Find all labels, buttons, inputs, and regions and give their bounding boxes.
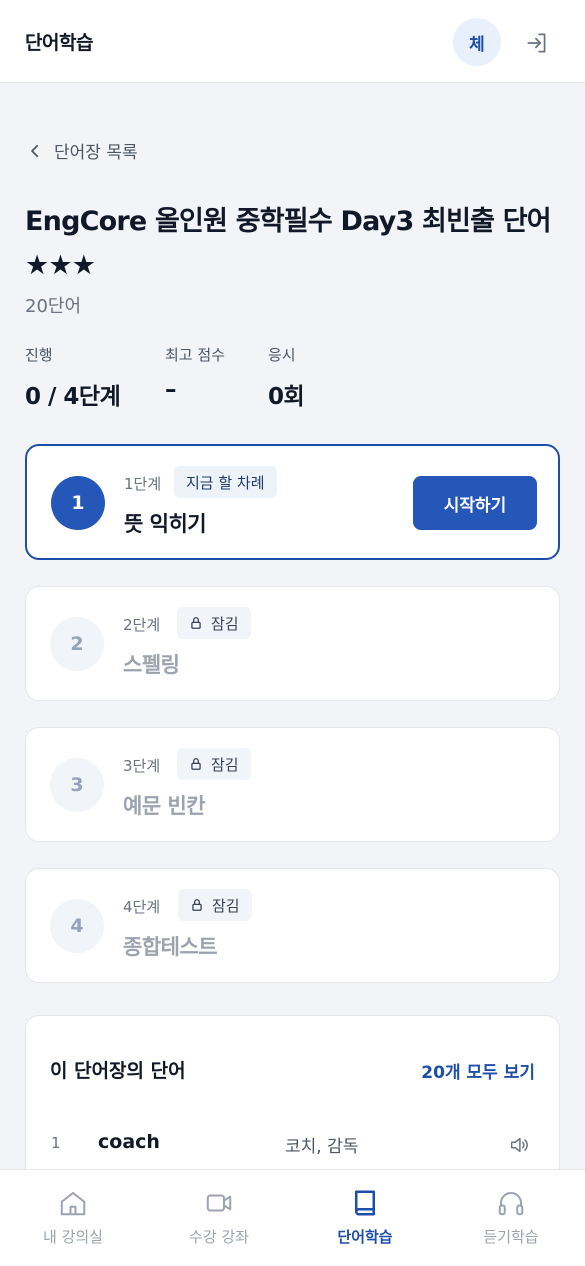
step-name: 뜻 익히기 (124, 512, 207, 536)
current-badge: 지금 할 차례 (174, 466, 277, 498)
tab-label: 듣기학습 (483, 1228, 539, 1246)
badge-label: 잠김 (211, 614, 239, 633)
step-number: 2 (50, 617, 104, 671)
step-number: 3 (50, 758, 104, 812)
page-title: 단어학습 (25, 31, 93, 54)
back-link[interactable]: 단어장 목록 (26, 138, 138, 163)
home-icon (60, 1192, 86, 1216)
locked-badge: 잠김 (177, 607, 251, 639)
tab-label: 수강 강좌 (189, 1228, 249, 1246)
stat-label: 최고 점수 (165, 346, 225, 364)
step-card-3: 3 3단계 잠김 예문 빈칸 (25, 727, 560, 842)
tab-my-classroom[interactable]: 내 강의실 (0, 1170, 146, 1266)
list-item[interactable]: 1 coach 코치, 감독 (26, 1126, 559, 1166)
chevron-left-icon (31, 144, 39, 157)
word-korean: 코치, 감독 (285, 1137, 359, 1157)
step-card-4: 4 4단계 잠김 종합테스트 (25, 868, 560, 983)
step-stage-label: 2단계 (123, 616, 161, 634)
video-icon (206, 1194, 232, 1212)
word-list-title: 이 단어장의 단어 (50, 1060, 186, 1082)
stat-label: 진행 (25, 346, 53, 364)
step-card-2: 2 2단계 잠김 스펠링 (25, 586, 560, 701)
stat-attempts: 응시 0회 (268, 344, 305, 411)
step-name: 종합테스트 (123, 935, 218, 959)
word-english: coach (98, 1131, 160, 1153)
locked-badge: 잠김 (177, 748, 251, 780)
badge-label: 지금 할 차례 (186, 473, 265, 492)
word-count: 20단어 (25, 296, 82, 317)
badge-label: 잠김 (211, 755, 239, 774)
step-stage-label: 4단계 (123, 898, 161, 916)
stat-progress: 진행 0 / 4단계 (25, 344, 121, 411)
step-name: 스펠링 (123, 653, 180, 677)
wordbook-title: EngCore 올인원 중학필수 Day3 최빈출 단어 ★★★ (25, 206, 552, 281)
step-number: 1 (51, 476, 105, 530)
tab-courses[interactable]: 수강 강좌 (146, 1170, 292, 1266)
logout-icon[interactable] (524, 30, 550, 56)
app-header: 단어학습 체 (0, 0, 585, 83)
stat-label: 응시 (268, 346, 296, 364)
step-name: 예문 빈칸 (123, 794, 206, 818)
avatar[interactable]: 체 (453, 18, 501, 66)
headphones-icon (498, 1192, 524, 1216)
lock-icon (192, 899, 202, 911)
lock-icon (191, 617, 201, 629)
badge-label: 잠김 (212, 896, 240, 915)
tab-vocabulary[interactable]: 단어학습 (292, 1170, 438, 1266)
stat-value: 0회 (268, 384, 305, 410)
stat-value: 0 / 4단계 (25, 384, 121, 410)
book-icon (355, 1190, 375, 1216)
word-index: 1 (51, 1134, 61, 1152)
step-stage-label: 3단계 (123, 757, 161, 775)
step-stage-label: 1단계 (124, 475, 162, 493)
step-card-1[interactable]: 1 1단계 지금 할 차례 뜻 익히기 시작하기 (25, 444, 560, 560)
bottom-tab-bar: 내 강의실 수강 강좌 단어학습 듣기학습 (0, 1169, 585, 1266)
start-button[interactable]: 시작하기 (413, 476, 537, 530)
tab-label: 단어학습 (337, 1228, 393, 1246)
stat-best-score: 최고 점수 – (165, 344, 225, 403)
lock-icon (191, 758, 201, 770)
tab-listening[interactable]: 듣기학습 (438, 1170, 584, 1266)
back-link-label: 단어장 목록 (54, 143, 138, 163)
tab-label: 내 강의실 (43, 1228, 103, 1246)
locked-badge: 잠김 (178, 889, 252, 921)
view-all-words-link[interactable]: 20개 모두 보기 (421, 1058, 535, 1083)
stat-value: – (165, 377, 176, 403)
step-number: 4 (50, 899, 104, 953)
speaker-icon[interactable] (508, 1134, 530, 1156)
